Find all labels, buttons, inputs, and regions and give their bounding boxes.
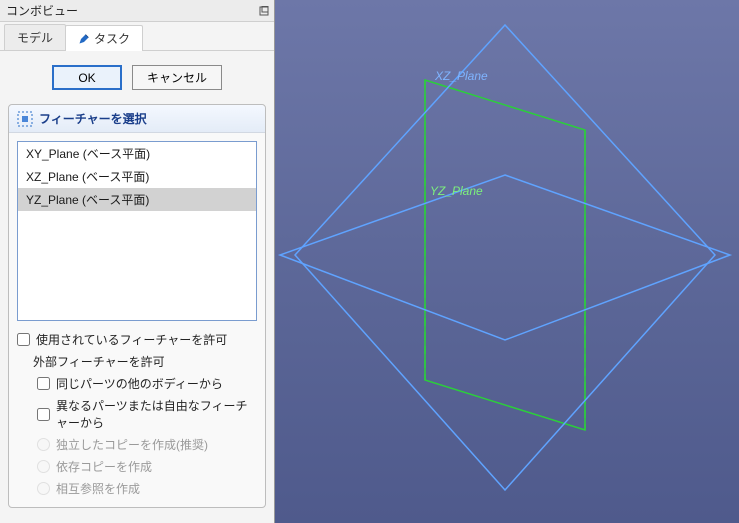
label-same-part: 同じパーツの他のボディーから	[56, 375, 223, 392]
xy-plane-geometry	[280, 175, 730, 340]
label-allow-external: 外部フィーチャーを許可	[33, 353, 165, 370]
options-group: 使用されているフィーチャーを許可 外部フィーチャーを許可 同じパーツの他のボディ…	[9, 329, 265, 507]
xz-plane-geometry	[295, 25, 715, 490]
opt-allow-used[interactable]: 使用されているフィーチャーを許可	[17, 331, 257, 348]
label-copy-independent: 独立したコピーを作成(推奨)	[56, 436, 208, 453]
tab-task[interactable]: タスク	[65, 25, 143, 51]
dialog-buttons: OK キャンセル	[0, 51, 274, 100]
undock-icon[interactable]	[258, 5, 270, 17]
3d-scene: XZ_Plane YZ_Plane	[275, 0, 739, 523]
list-item[interactable]: XZ_Plane (ベース平面)	[18, 165, 256, 188]
task-header-label: フィーチャーを選択	[39, 110, 147, 127]
tab-model-label: モデル	[17, 29, 53, 46]
ok-button[interactable]: OK	[52, 65, 122, 90]
label-copy-dependent: 依存コピーを作成	[56, 458, 152, 475]
xz-plane-label: XZ_Plane	[434, 69, 488, 83]
tab-task-label: タスク	[94, 30, 130, 47]
opt-same-part[interactable]: 同じパーツの他のボディーから	[17, 375, 257, 392]
yz-plane-label: YZ_Plane	[430, 184, 483, 198]
task-header[interactable]: フィーチャーを選択	[9, 105, 265, 133]
combo-view-panel: コンボビュー モデル タスク OK キャンセル フィーチャーを選択 XY_Pla…	[0, 0, 275, 523]
tabs-bar: モデル タスク	[0, 22, 274, 51]
opt-cross-ref: 相互参照を作成	[17, 480, 257, 497]
label-cross-ref: 相互参照を作成	[56, 480, 140, 497]
cancel-button[interactable]: キャンセル	[132, 65, 222, 90]
list-item[interactable]: XY_Plane (ベース平面)	[18, 142, 256, 165]
opt-diff-part[interactable]: 異なるパーツまたは自由なフィーチャーから	[17, 397, 257, 431]
tab-model[interactable]: モデル	[4, 24, 66, 50]
label-allow-used: 使用されているフィーチャーを許可	[36, 331, 227, 348]
opt-copy-dependent: 依存コピーを作成	[17, 458, 257, 475]
3d-viewport[interactable]: XZ_Plane YZ_Plane	[275, 0, 739, 523]
feature-listbox[interactable]: XY_Plane (ベース平面) XZ_Plane (ベース平面) YZ_Pla…	[17, 141, 257, 321]
opt-copy-independent: 独立したコピーを作成(推奨)	[17, 436, 257, 453]
yz-plane-geometry	[425, 80, 585, 430]
select-feature-icon	[17, 111, 33, 127]
pencil-icon	[78, 33, 90, 45]
radio-copy-independent	[37, 438, 50, 451]
opt-allow-external: 外部フィーチャーを許可	[17, 353, 257, 370]
list-item[interactable]: YZ_Plane (ベース平面)	[18, 188, 256, 211]
checkbox-diff-part[interactable]	[37, 408, 50, 421]
checkbox-same-part[interactable]	[37, 377, 50, 390]
checkbox-allow-used[interactable]	[17, 333, 30, 346]
task-select-feature: フィーチャーを選択 XY_Plane (ベース平面) XZ_Plane (ベース…	[8, 104, 266, 508]
panel-title-text: コンボビュー	[6, 2, 78, 19]
radio-copy-dependent	[37, 460, 50, 473]
radio-cross-ref	[37, 482, 50, 495]
panel-titlebar: コンボビュー	[0, 0, 274, 22]
label-diff-part: 異なるパーツまたは自由なフィーチャーから	[56, 397, 257, 431]
